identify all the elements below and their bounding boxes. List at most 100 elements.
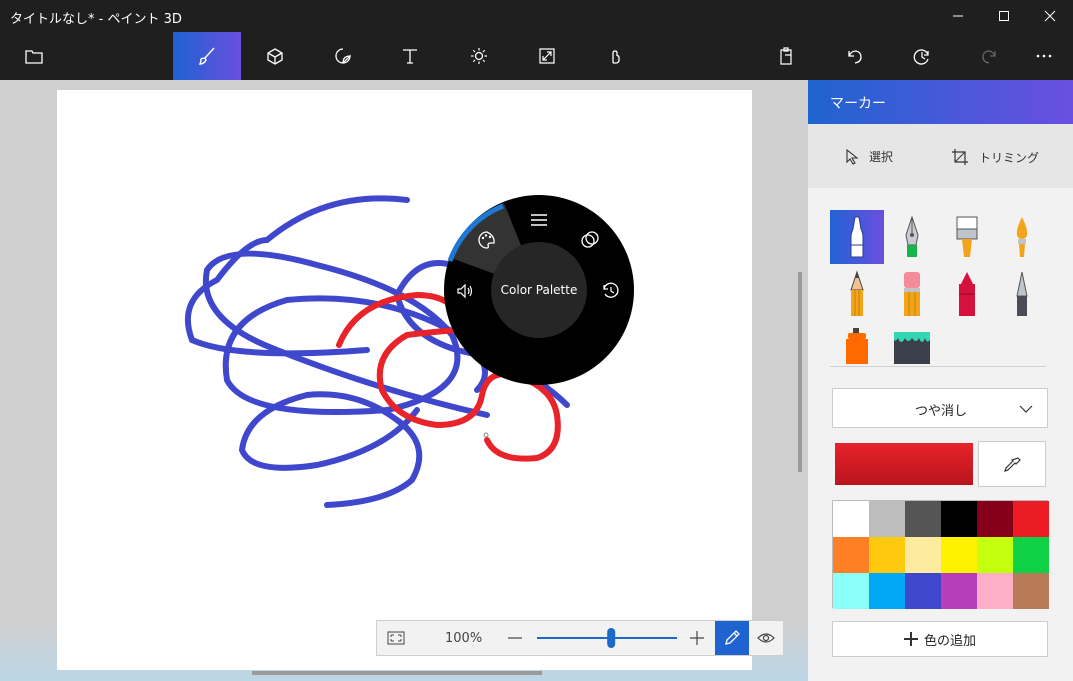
color-swatch[interactable] <box>905 573 941 609</box>
calligraphy-pen-tool[interactable] <box>885 210 939 264</box>
zoom-slider[interactable] <box>535 621 679 655</box>
finish-dropdown[interactable]: つや消し <box>832 388 1048 428</box>
zoom-in-button[interactable] <box>680 621 714 655</box>
effects-tab[interactable] <box>445 32 513 80</box>
color-swatch[interactable] <box>869 573 905 609</box>
select-button[interactable]: 選択 <box>845 148 893 165</box>
chevron-down-icon <box>1019 405 1033 413</box>
watercolor-tool[interactable] <box>995 210 1049 264</box>
vertical-scrollbar[interactable] <box>798 272 802 472</box>
brushes-tab[interactable] <box>173 32 241 80</box>
plus-icon <box>690 631 704 645</box>
radial-menu-palette[interactable] <box>475 228 499 252</box>
stickers-tab[interactable] <box>309 32 377 80</box>
paint-bucket-icon <box>894 332 930 364</box>
add-color-button[interactable]: 色の追加 <box>832 621 1048 657</box>
add-color-label: 色の追加 <box>923 633 976 649</box>
fill-tool[interactable] <box>885 324 939 364</box>
radial-menu-item[interactable] <box>527 208 551 232</box>
select-label: 選択 <box>869 150 894 164</box>
paste-button[interactable] <box>752 32 820 80</box>
maximize-icon <box>999 11 1009 21</box>
color-swatch[interactable] <box>977 573 1013 609</box>
radial-menu-history[interactable] <box>599 279 623 303</box>
canvas-workspace[interactable] <box>0 80 808 681</box>
color-swatch[interactable] <box>905 501 941 537</box>
3d-shapes-tab[interactable] <box>241 32 309 80</box>
color-swatch[interactable] <box>941 573 977 609</box>
title-bar: タイトルなし* - ペイント 3D <box>0 0 1073 32</box>
color-swatch[interactable] <box>1013 573 1049 609</box>
pencil-tool[interactable] <box>830 267 884 321</box>
radial-menu-layers[interactable] <box>578 228 602 252</box>
eraser-icon <box>904 272 920 316</box>
redo-icon <box>982 50 996 64</box>
color-swatch[interactable] <box>833 501 869 537</box>
volume-icon <box>457 283 473 299</box>
maximize-button[interactable] <box>981 0 1027 32</box>
stickers-icon <box>335 48 351 64</box>
eraser-tool[interactable] <box>885 267 939 321</box>
menu-button[interactable] <box>0 32 68 80</box>
watercolor-icon <box>1016 217 1028 257</box>
color-swatch[interactable] <box>941 537 977 573</box>
radial-menu[interactable]: Color Palette <box>444 195 634 385</box>
color-swatch[interactable] <box>977 537 1013 573</box>
text-tab[interactable] <box>376 32 444 80</box>
more-icon <box>1036 54 1051 58</box>
color-palette-label[interactable]: Color Palette <box>491 242 587 338</box>
fit-screen-icon <box>387 631 405 645</box>
radial-menu-volume[interactable] <box>454 279 478 303</box>
color-swatch[interactable] <box>1013 537 1049 573</box>
canvas-tab[interactable] <box>513 32 581 80</box>
zoom-percent: 100% <box>445 631 483 646</box>
zoom-bar: 100% <box>376 620 784 656</box>
magic-select-icon <box>612 50 620 64</box>
canvas-strokes <box>185 195 570 508</box>
magic-select-tab[interactable] <box>581 32 649 80</box>
more-button[interactable] <box>1014 32 1073 80</box>
horizontal-scrollbar[interactable] <box>252 671 542 675</box>
marker-tool[interactable] <box>830 210 884 264</box>
crop-icon <box>952 149 968 165</box>
view-mode-button[interactable] <box>749 621 783 655</box>
color-palette <box>832 500 1049 609</box>
zoom-out-button[interactable] <box>498 621 532 655</box>
color-swatch[interactable] <box>905 537 941 573</box>
minus-icon <box>508 637 522 639</box>
zoom-slider-thumb[interactable] <box>607 628 616 648</box>
close-button[interactable] <box>1027 0 1073 32</box>
eyedropper-button[interactable] <box>978 441 1046 487</box>
history-icon <box>913 49 929 65</box>
minimize-button[interactable] <box>935 0 981 32</box>
spray-can-icon <box>846 328 868 364</box>
color-swatch[interactable] <box>869 537 905 573</box>
text-icon <box>403 49 417 64</box>
effects-icon <box>471 48 487 64</box>
oil-brush-tool[interactable] <box>940 210 994 264</box>
color-swatch[interactable] <box>941 501 977 537</box>
cursor-icon <box>846 148 859 165</box>
color-swatch[interactable] <box>833 573 869 609</box>
calligraphy-pen-icon <box>905 215 919 257</box>
history-button[interactable] <box>888 32 956 80</box>
spray-can-tool[interactable] <box>830 324 884 364</box>
color-swatch[interactable] <box>833 537 869 573</box>
crop-button[interactable]: トリミング <box>951 148 1039 166</box>
undo-icon <box>848 50 862 64</box>
tool-panel: マーカー 選択 トリミング つや消し 色の追加 <box>808 80 1073 681</box>
fit-to-screen-button[interactable] <box>379 621 413 655</box>
pencil-icon <box>850 270 864 316</box>
eyedropper-icon <box>1004 457 1021 472</box>
crop-label: トリミング <box>979 150 1040 165</box>
pixel-pen-tool[interactable] <box>995 267 1049 321</box>
crayon-tool[interactable] <box>940 267 994 321</box>
oil-brush-icon <box>956 216 978 257</box>
undo-button[interactable] <box>820 32 888 80</box>
color-swatch[interactable] <box>869 501 905 537</box>
color-swatch[interactable] <box>1013 501 1049 537</box>
drawing-canvas[interactable] <box>57 90 752 670</box>
current-color-swatch[interactable] <box>835 443 973 485</box>
pen-mode-button[interactable] <box>715 621 749 655</box>
color-swatch[interactable] <box>977 501 1013 537</box>
